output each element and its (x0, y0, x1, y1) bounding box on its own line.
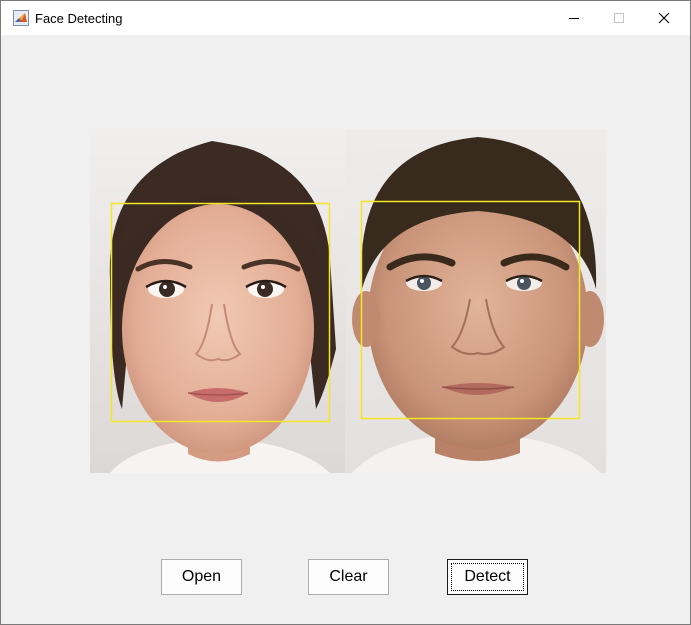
maximize-icon (614, 13, 624, 23)
clear-button[interactable]: Clear (308, 559, 389, 595)
figure-client-area: Open Clear Detect (1, 35, 690, 624)
close-button[interactable] (641, 1, 687, 35)
title-bar[interactable]: Face Detecting (1, 1, 690, 35)
detect-button-label: Detect (464, 568, 511, 585)
close-icon (658, 12, 670, 24)
open-button[interactable]: Open (161, 559, 242, 595)
detect-button[interactable]: Detect (447, 559, 528, 595)
matlab-icon (13, 10, 29, 26)
minimize-icon (569, 18, 579, 19)
image-display (90, 129, 606, 473)
clear-button-label: Clear (329, 568, 368, 585)
face-photos-image (90, 129, 606, 473)
app-window: Face Detecting Open Clear Detect (0, 0, 691, 625)
open-button-label: Open (181, 568, 222, 585)
minimize-button[interactable] (551, 1, 597, 35)
maximize-button[interactable] (596, 1, 642, 35)
window-title: Face Detecting (35, 11, 123, 26)
